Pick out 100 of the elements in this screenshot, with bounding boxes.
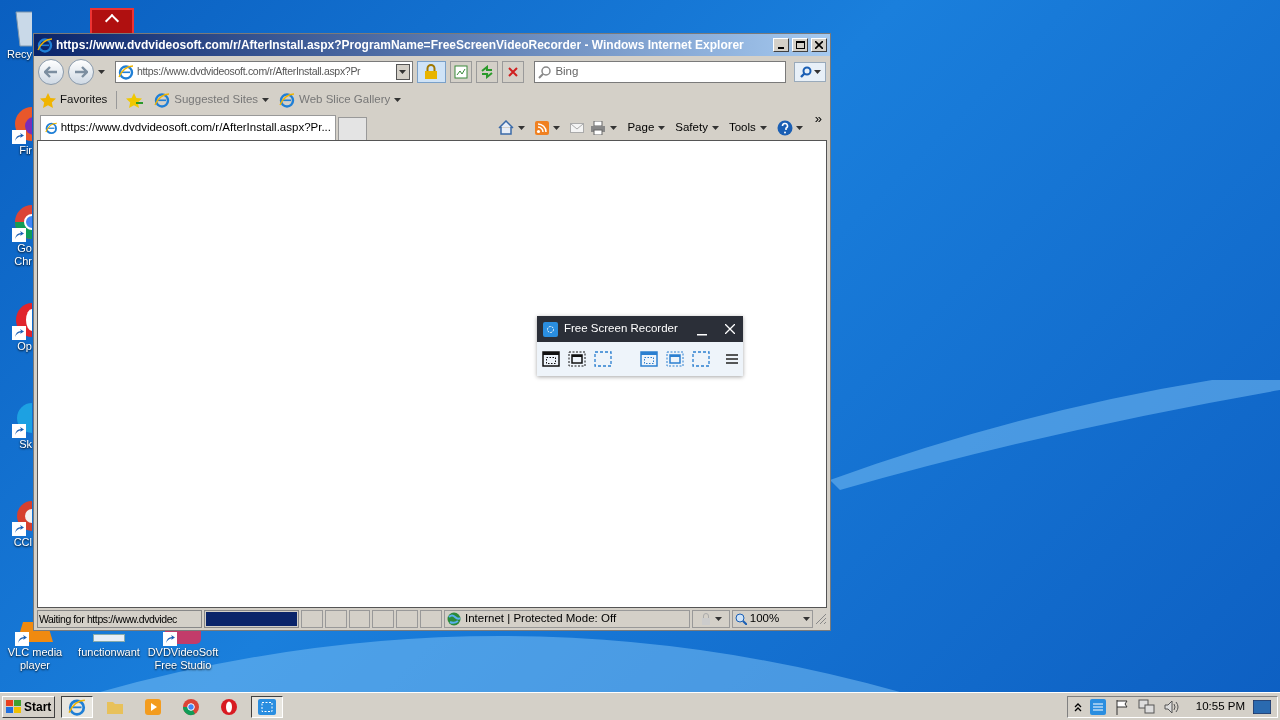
status-panel	[324, 610, 347, 628]
window-title: https://www.dvdvideosoft.com/r/AfterInstall.aspx?ProgramName=FreeScreenVideoRecorder - Windows Internet Explorer	[56, 37, 745, 54]
back-arrow-icon	[44, 66, 58, 78]
start-button[interactable]: Start	[2, 695, 56, 718]
speaker-icon[interactable]	[1163, 698, 1180, 715]
command-menu[interactable]: Page	[627, 118, 666, 137]
desktop-icon-label[interactable]: Recy	[6, 48, 32, 61]
status-panel	[372, 610, 395, 628]
status-panel	[348, 610, 371, 628]
compatibility-button[interactable]	[450, 61, 473, 83]
forward-arrow-icon	[73, 66, 88, 78]
search-icon	[538, 65, 552, 79]
fullscreen-capture-icon[interactable]	[542, 351, 560, 367]
flag-icon[interactable]	[1113, 698, 1130, 715]
home-icon[interactable]	[498, 120, 515, 135]
ie-icon	[154, 92, 171, 108]
media-player-icon	[144, 697, 163, 716]
browser-tab[interactable]: https://www.dvdvideosoft.com/r/AfterInstall.aspx?Pr...	[40, 115, 336, 140]
caret-icon	[714, 617, 722, 621]
desktop-icon-label[interactable]: VLC media player	[7, 646, 63, 672]
desktop-icon-label[interactable]: CCl	[13, 536, 32, 549]
command-menu[interactable]: Tools	[728, 118, 767, 137]
more-chevron[interactable]: »	[814, 109, 822, 129]
stop-button[interactable]	[502, 61, 525, 83]
ie-icon	[117, 64, 134, 80]
close-button[interactable]	[723, 322, 737, 336]
printer-icon[interactable]	[590, 120, 607, 135]
caret-icon	[394, 98, 402, 102]
clock[interactable]: 10:55 PM	[1195, 697, 1245, 716]
caret-icon	[518, 125, 526, 130]
taskbar-app-button[interactable]	[251, 695, 284, 718]
close-button[interactable]	[811, 38, 827, 52]
favorites-link[interactable]: Web Slice Gallery	[279, 91, 402, 109]
resize-grip-icon[interactable]	[815, 613, 828, 625]
ie-icon	[68, 697, 87, 716]
padlock-icon	[424, 64, 439, 80]
document-icon	[93, 634, 125, 642]
zoom-button[interactable]: 100%	[731, 610, 814, 628]
add-favorite-icon[interactable]	[126, 92, 145, 108]
shortcut-arrow-icon	[15, 632, 29, 646]
search-button[interactable]	[794, 62, 826, 82]
command-menu[interactable]: Safety	[675, 118, 719, 137]
shortcut-arrow-icon	[163, 632, 177, 646]
show-desktop-icon[interactable]	[1253, 699, 1271, 714]
back-button[interactable]	[38, 59, 64, 85]
favorites-link[interactable]: Suggested Sites	[154, 91, 270, 109]
maximize-button[interactable]	[792, 38, 808, 52]
maximize-icon	[795, 41, 805, 49]
desktop-icon-label[interactable]: Fir	[19, 144, 32, 157]
region-capture-icon[interactable]	[594, 351, 612, 367]
address-dropdown-button[interactable]	[395, 64, 410, 80]
close-icon	[508, 67, 519, 77]
recorder-icon	[543, 321, 558, 337]
caret-icon	[553, 125, 561, 130]
region-capture-icon[interactable]	[692, 351, 710, 367]
search-field[interactable]: Bing	[534, 61, 787, 83]
ie-icon	[279, 92, 296, 108]
refresh-button[interactable]	[476, 61, 499, 83]
window-capture-icon[interactable]	[568, 351, 586, 367]
help-icon[interactable]	[776, 119, 793, 136]
search-input[interactable]: Bing	[555, 63, 783, 81]
desktop-icon-label[interactable]: DVDVideoSoft Free Studio	[147, 646, 219, 672]
forward-button[interactable]	[67, 59, 94, 85]
page-icon	[454, 65, 469, 79]
status-panel	[420, 610, 442, 628]
pdf-app-icon[interactable]	[90, 8, 134, 36]
caret-icon	[658, 125, 666, 130]
address-text: https://www.dvdvideosoft.com/r/AfterInstall.aspx?Pr	[136, 64, 362, 80]
address-field[interactable]: https://www.dvdvideosoft.com/r/AfterInstall.aspx?Pr	[114, 61, 413, 83]
caret-icon	[399, 70, 406, 74]
desktop-icon-label[interactable]: Go Chr	[14, 242, 32, 268]
desktop-icon-label[interactable]: functionwant	[78, 646, 140, 659]
desktop-icon-label[interactable]: Sk	[19, 438, 32, 451]
security-zone: Internet | Protected Mode: Off	[444, 610, 691, 628]
favorites-button[interactable]: Favorites	[40, 91, 108, 109]
star-icon	[40, 92, 56, 108]
shortcut-arrow-icon	[12, 326, 26, 340]
network-icon[interactable]	[1137, 698, 1156, 715]
shortcut-arrow-icon	[12, 228, 26, 242]
zoom-icon	[734, 613, 747, 625]
recorder-tray-icon[interactable]	[1089, 698, 1106, 715]
taskbar-app-button[interactable]	[61, 695, 94, 718]
minimize-button[interactable]	[773, 38, 789, 52]
shortcut-arrow-icon	[12, 130, 26, 144]
menu-icon[interactable]	[726, 354, 738, 364]
new-tab-button[interactable]	[338, 117, 367, 140]
caret-icon	[803, 617, 811, 621]
feed-icon[interactable]	[535, 120, 550, 135]
ie-icon	[45, 120, 58, 136]
close-icon	[725, 324, 735, 334]
desktop-icon-label[interactable]: Op	[17, 340, 32, 353]
security-lock-button[interactable]	[416, 61, 447, 83]
shortcut-arrow-icon	[12, 522, 26, 536]
chrome-icon	[182, 697, 201, 716]
minimize-icon	[697, 334, 707, 336]
refresh-icon	[480, 65, 495, 79]
windows-logo-icon	[6, 699, 22, 714]
chevron-up-icon[interactable]	[1073, 701, 1082, 712]
close-icon	[815, 41, 823, 49]
status-panel	[396, 610, 419, 628]
